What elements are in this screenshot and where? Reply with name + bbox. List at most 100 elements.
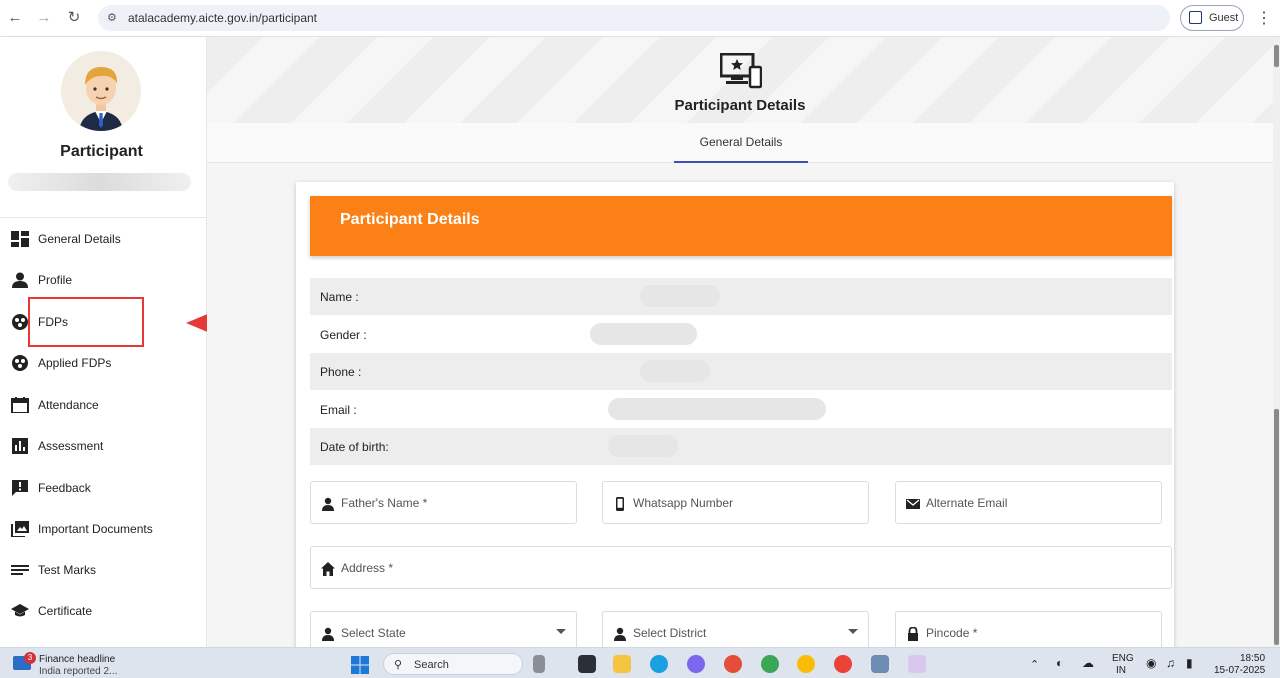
info-row-name: Name : [310,278,1172,315]
windows-start-icon[interactable] [351,656,369,674]
pinned-app-icon[interactable] [871,655,889,673]
annotation-highlight-box [28,297,144,347]
notification-badge: 3 [24,652,36,664]
notes-icon [11,565,29,575]
language-indicator[interactable]: ENG [1112,653,1134,664]
page-title: Participant Details [674,97,806,114]
back-icon[interactable]: ← [5,8,25,28]
info-row-gender: Gender : [310,316,1172,353]
field-label: Alternate Email [926,496,1008,510]
chevron-down-icon [848,629,858,634]
redacted-value [608,435,678,457]
news-subtitle[interactable]: India reported 2... [39,666,117,677]
whatsapp-number-field[interactable]: Whatsapp Number [602,481,869,524]
reload-icon[interactable]: ↻ [64,8,84,28]
tray-app-icon[interactable]: ◐ [1056,656,1063,670]
info-label: Phone : [320,365,362,379]
task-view-icon[interactable] [578,655,596,673]
fathers-name-field[interactable]: Father's Name * [310,481,577,524]
divider [0,217,206,218]
browser-menu-icon[interactable]: ⋮ [1256,8,1272,28]
calendar-icon [11,397,29,413]
sidebar-item-attendance[interactable]: Attendance [0,387,206,423]
devices-star-icon [720,53,762,89]
scrollbar-thumb[interactable] [1274,409,1279,645]
address-field[interactable]: Address * [310,546,1172,589]
chrome-profile-icon[interactable] [724,655,742,673]
sidebar-item-certificate[interactable]: Certificate [0,593,206,629]
snipping-tool-icon[interactable] [908,655,926,673]
url-text[interactable]: atalacademy.aicte.gov.in/participant [128,11,317,25]
redacted-value [590,323,697,345]
edge-icon[interactable] [650,655,668,673]
field-label: Address * [341,561,394,575]
profile-button[interactable]: Guest [1180,5,1244,31]
scrollbar-thumb[interactable] [1274,45,1279,67]
page-header: Participant Details [207,37,1273,123]
card-header: Participant Details [310,196,1172,256]
home-icon [321,562,335,576]
taskbar: 3 Finance headline India reported 2... ⚲… [0,647,1280,678]
copilot-icon[interactable] [687,655,705,673]
sidebar-item-assessment[interactable]: Assessment [0,428,206,464]
field-label: Father's Name * [341,496,428,510]
info-label: Gender : [320,328,367,342]
redacted-value [640,360,710,382]
chrome-icon[interactable] [834,655,852,673]
sidebar-item-feedback[interactable]: Feedback [0,470,206,506]
chevron-up-icon[interactable]: ⌃ [1030,658,1039,671]
taskbar-search[interactable]: ⚲ Search [383,653,523,675]
file-explorer-icon[interactable] [613,655,631,673]
onedrive-icon[interactable]: ☁ [1082,656,1094,670]
chrome-profile-icon[interactable] [761,655,779,673]
select-state-dropdown[interactable]: Select State [310,611,577,647]
group-icon [12,314,28,330]
sidebar-item-label: Applied FDPs [38,356,112,370]
sidebar-item-label: Assessment [38,439,104,453]
sidebar-item-label: Profile [38,273,73,287]
graduation-cap-icon [11,604,29,617]
info-label: Email : [320,403,357,417]
info-label: Name : [320,290,359,304]
forward-icon[interactable]: → [34,8,54,28]
bar-chart-icon [12,438,28,454]
select-district-dropdown[interactable]: Select District [602,611,869,647]
person-icon [614,627,626,641]
search-label: Search [414,659,449,671]
sidebar-item-label: Test Marks [38,563,97,577]
battery-icon[interactable]: ▮ [1186,656,1193,670]
sidebar-item-test-marks[interactable]: Test Marks [0,552,206,588]
tab-bar: General Details [207,123,1273,163]
clock-time[interactable]: 18:50 [1240,653,1265,664]
dashboard-icon [11,231,29,247]
sidebar-item-general-details[interactable]: General Details [0,221,206,257]
field-label: Select State [341,626,406,640]
sidebar-item-label: Important Documents [38,522,153,536]
chrome-icon[interactable] [797,655,815,673]
page-scrollbar[interactable] [1273,37,1280,647]
alternate-email-field[interactable]: Alternate Email [895,481,1162,524]
language-region[interactable]: IN [1116,665,1126,676]
profile-icon [1189,11,1202,24]
volume-icon[interactable]: ♫ [1166,656,1175,670]
clock-date[interactable]: 15-07-2025 [1214,665,1265,676]
group-icon [12,355,28,371]
main-content: Participant Details General Details Part… [207,37,1273,647]
info-row-dob: Date of birth: [310,428,1172,465]
wifi-icon[interactable]: ◉ [1146,656,1156,670]
avatar [61,51,141,131]
site-settings-icon[interactable]: ⚙ [107,11,117,24]
feedback-icon [12,480,28,496]
sidebar-item-profile[interactable]: Profile [0,262,206,298]
address-bar[interactable]: ⚙ atalacademy.aicte.gov.in/participant [98,5,1170,31]
sidebar-item-applied-fdps[interactable]: Applied FDPs [0,345,206,381]
info-row-email: Email : [310,391,1172,428]
pincode-field[interactable]: Pincode * [895,611,1162,647]
tab-general-details[interactable]: General Details [674,123,808,163]
sidebar-item-label: General Details [38,232,121,246]
news-title[interactable]: Finance headline [39,654,115,665]
redacted-value [640,285,720,307]
pinned-app-icon[interactable] [533,655,545,673]
sidebar-item-important-documents[interactable]: Important Documents [0,511,206,547]
email-icon [906,499,920,509]
